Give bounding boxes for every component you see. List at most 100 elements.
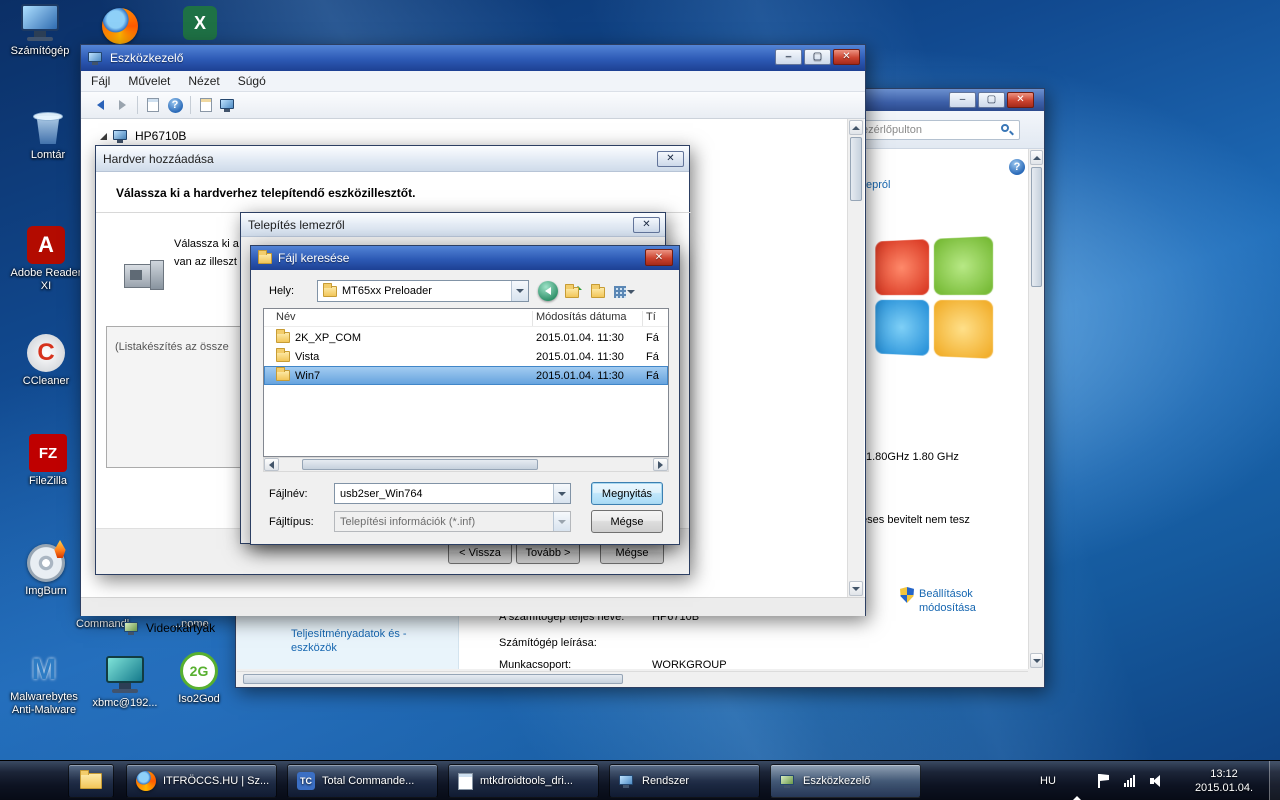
file-row[interactable]: Vista 2015.01.04. 11:30 Fá <box>264 347 668 366</box>
desktop-icon-adobe-reader[interactable]: A Adobe Reader XI <box>6 226 86 293</box>
console-window-icon[interactable] <box>142 95 164 115</box>
desktop-icon-iso2god[interactable]: 2G Iso2God <box>162 652 236 706</box>
properties-icon[interactable] <box>195 95 217 115</box>
close-button[interactable]: ✕ <box>645 249 673 266</box>
desktop-icon-excel[interactable]: X <box>178 6 222 40</box>
scroll-right-arrow[interactable] <box>653 458 668 471</box>
device-manager-titlebar[interactable]: Eszközkezelő – ▢ ✕ <box>81 45 865 71</box>
desktop-icon-xbmc[interactable]: xbmc@192... <box>88 656 162 710</box>
help-icon[interactable]: ? <box>164 95 186 115</box>
taskbar-button-mtkdroidtools[interactable]: mtkdroidtools_dri... <box>448 764 599 798</box>
folder-icon <box>276 348 290 362</box>
scan-hardware-icon[interactable] <box>217 95 239 115</box>
scroll-thumb[interactable] <box>1031 167 1042 287</box>
taskbar-button-device-manager[interactable]: Eszközkezelő <box>770 764 921 798</box>
filename-combobox[interactable]: usb2ser_Win764 <box>334 483 571 504</box>
back-icon[interactable] <box>89 95 111 115</box>
close-button[interactable]: ✕ <box>633 217 660 233</box>
filename-label: Fájlnév: <box>269 488 308 500</box>
toolbar: ? <box>81 92 865 119</box>
file-row-selected[interactable]: Win7 2015.01.04. 11:30 Fá <box>264 366 668 385</box>
install-disk-titlebar[interactable]: Telepítés lemezről ✕ <box>241 213 665 237</box>
location-combobox[interactable]: MT65xx Preloader <box>317 280 529 302</box>
scroll-up-arrow[interactable] <box>849 120 863 135</box>
malwarebytes-icon: M <box>31 653 57 686</box>
horizontal-scrollbar[interactable] <box>237 671 1028 686</box>
filetype-label: Fájltípus: <box>269 516 314 528</box>
desktop-icon-label: Adobe Reader XI <box>10 267 82 292</box>
close-button[interactable]: ✕ <box>1007 92 1034 108</box>
close-button[interactable]: ✕ <box>657 151 684 167</box>
desktop-icon-label: ImgBurn <box>25 585 67 597</box>
maximize-button[interactable]: ▢ <box>978 92 1005 108</box>
clock[interactable]: 13:12 2015.01.04. <box>1186 767 1262 795</box>
search-box[interactable]: ezérlőpulton <box>856 120 1020 140</box>
search-icon[interactable] <box>1001 123 1014 137</box>
scroll-left-arrow[interactable] <box>264 458 279 471</box>
windows-edition-link-fragment[interactable]: epról <box>866 179 890 191</box>
desktop-icon-firefox[interactable] <box>96 8 144 44</box>
excel-icon: X <box>183 6 217 40</box>
dropdown-arrow-icon[interactable] <box>553 484 570 503</box>
scroll-down-arrow[interactable] <box>1030 653 1043 668</box>
desktop-icon-computer[interactable]: Számítógép <box>2 4 78 58</box>
up-one-level-button[interactable] <box>563 283 583 301</box>
column-header-modified[interactable]: Módosítás dátuma <box>536 311 627 323</box>
column-header-type[interactable]: Tí <box>646 311 656 323</box>
locate-file-titlebar[interactable]: Fájl keresése ✕ <box>251 246 679 270</box>
performance-tools-link[interactable]: Teljesítményadatok és -eszközök <box>291 627 423 655</box>
desktop-icon-filezilla[interactable]: FZ FileZilla <box>10 434 86 488</box>
show-desktop-button[interactable] <box>1269 761 1280 800</box>
menu-view[interactable]: Nézet <box>188 74 219 88</box>
hardware-icon <box>124 260 166 292</box>
desktop-icon-recycle-bin[interactable]: Lomtár <box>12 108 84 162</box>
taskbar-button-label: mtkdroidtools_dri... <box>480 775 573 787</box>
taskbar-button-firefox[interactable]: ITFRÖCCS.HU | Sz... <box>126 764 277 798</box>
scroll-thumb[interactable] <box>850 137 862 201</box>
close-button[interactable]: ✕ <box>833 49 860 65</box>
show-hidden-icons-button[interactable] <box>1072 779 1082 800</box>
scroll-up-arrow[interactable] <box>1030 150 1043 165</box>
network-icon[interactable] <box>1124 775 1135 787</box>
forward-icon[interactable] <box>111 95 133 115</box>
expander-icon[interactable] <box>100 132 107 140</box>
desktop-icon-ccleaner[interactable]: C CCleaner <box>8 334 84 388</box>
dropdown-arrow-icon[interactable] <box>511 281 528 301</box>
menu-action[interactable]: Művelet <box>128 74 170 88</box>
minimize-button[interactable]: – <box>949 92 976 108</box>
minimize-button[interactable]: – <box>775 49 802 65</box>
taskbar-explorer-button[interactable] <box>68 764 114 798</box>
desktop-icon-label: CCleaner <box>22 375 70 387</box>
help-icon[interactable]: ? <box>1009 159 1025 175</box>
scroll-down-arrow[interactable] <box>849 581 863 596</box>
scroll-thumb[interactable] <box>302 459 538 470</box>
menu-help[interactable]: Súgó <box>238 74 266 88</box>
vertical-scrollbar[interactable] <box>1028 149 1044 669</box>
tree-root-computer[interactable]: HP6710B <box>100 129 186 143</box>
tree-vertical-scrollbar[interactable] <box>847 119 864 597</box>
new-folder-button[interactable] <box>588 283 608 301</box>
taskbar-button-total-commander[interactable]: TC Total Commande... <box>287 764 438 798</box>
language-indicator[interactable]: HU <box>1040 775 1056 787</box>
column-header-name[interactable]: Név <box>276 311 296 323</box>
file-row[interactable]: 2K_XP_COM 2015.01.04. 11:30 Fá <box>264 328 668 347</box>
taskbar-button-system[interactable]: Rendszer <box>609 764 760 798</box>
change-settings-link[interactable]: Beállítások módosítása <box>919 587 989 615</box>
dialog-title: Fájl keresése <box>278 251 350 265</box>
desktop-icon-imgburn[interactable]: ImgBurn <box>8 540 84 598</box>
change-settings[interactable]: Beállítások módosítása <box>900 587 989 615</box>
wizard-titlebar[interactable]: Hardver hozzáadása ✕ <box>96 146 689 172</box>
desktop-icon-label: Malwarebytes Anti-Malware <box>10 691 78 716</box>
view-menu-button[interactable] <box>611 282 638 301</box>
cancel-button[interactable]: Mégse <box>591 510 663 533</box>
back-button[interactable] <box>538 281 558 301</box>
file-list-horizontal-scrollbar[interactable] <box>263 457 669 472</box>
open-button[interactable]: Megnyitás <box>591 482 663 505</box>
menu-file[interactable]: Fájl <box>91 74 110 88</box>
tree-item-display-adapters[interactable]: Videokártyák <box>124 621 215 635</box>
filetype-combobox: Telepítési információk (*.inf) <box>334 511 571 532</box>
desktop-icon-malwarebytes[interactable]: M Malwarebytes Anti-Malware <box>2 652 86 717</box>
maximize-button[interactable]: ▢ <box>804 49 831 65</box>
scroll-thumb[interactable] <box>243 674 623 684</box>
list-status-text: (Listakészítés az össze <box>115 341 229 353</box>
